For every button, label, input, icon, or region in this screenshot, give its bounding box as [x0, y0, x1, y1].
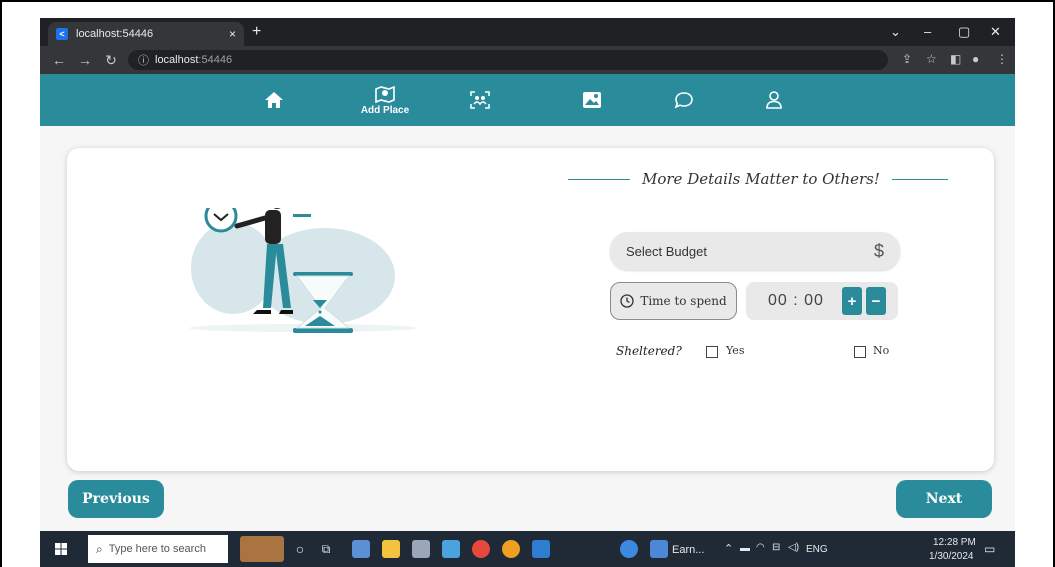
home-icon [265, 92, 283, 108]
browser-window: < localhost:54446 × + ⌄ – ▢ ✕ ← → ↻ ⓘ lo… [40, 18, 1015, 567]
maximize-button[interactable]: ▢ [958, 24, 970, 40]
gallery-icon [583, 92, 601, 108]
site-info-icon[interactable]: ⓘ [138, 52, 149, 68]
menu-kebab-icon[interactable]: ⋮ [996, 52, 1008, 66]
mail-icon[interactable] [442, 540, 460, 558]
notification-icon[interactable]: ▭ [984, 542, 995, 556]
taskbar-search-placeholder: Type here to search [108, 543, 206, 555]
sheltered-yes-label: Yes [726, 344, 745, 357]
nav-group[interactable] [460, 74, 500, 126]
share-icon[interactable]: ⇪ [902, 52, 912, 66]
volume-icon[interactable]: ◁) [788, 542, 799, 553]
profile-icon[interactable]: ● [972, 52, 979, 66]
help-icon[interactable] [620, 540, 638, 558]
app-navbar: Add Place [40, 74, 1015, 126]
network-icon[interactable]: ⊟ [772, 542, 780, 553]
sheltered-no-checkbox[interactable] [854, 346, 866, 358]
time-to-spend-button[interactable]: Time to spend [610, 282, 737, 320]
time-display: 00 : 00 + − [746, 282, 898, 320]
forward-icon[interactable]: → [78, 52, 92, 68]
nav-add-place[interactable]: Add Place [350, 74, 420, 126]
favicon-icon: < [56, 28, 68, 40]
taskbar-search-input[interactable]: ⌕ Type here to search [88, 535, 228, 563]
tray-overflow-icon[interactable]: ⌃ [724, 542, 733, 555]
budget-placeholder: Select Budget [626, 243, 707, 259]
form-heading: More Details Matter to Others! [568, 170, 968, 188]
sheltered-yes-checkbox[interactable] [706, 346, 718, 358]
taskbar-app-label[interactable]: Earn... [672, 544, 704, 556]
tab-close-icon[interactable]: × [229, 27, 236, 41]
heading-rule-right [891, 178, 948, 180]
file-explorer-icon[interactable] [382, 540, 400, 558]
heading-rule-left [568, 178, 630, 180]
sheltered-no-label: No [873, 344, 890, 357]
nav-chat[interactable] [664, 74, 704, 126]
increase-time-button[interactable]: + [842, 287, 862, 315]
user-icon [766, 91, 782, 109]
url-input[interactable]: ⓘ localhost :54446 [128, 50, 888, 70]
time-to-spend-label: Time to spend [640, 294, 727, 308]
minimize-button[interactable]: – [924, 24, 931, 39]
time-value: 00 : 00 [768, 292, 824, 309]
side-panel-icon[interactable]: ◧ [950, 52, 961, 66]
search-icon: ⌕ [96, 541, 103, 556]
dollar-icon: $ [873, 240, 884, 261]
bookmark-star-icon[interactable]: ☆ [926, 52, 937, 66]
nav-profile[interactable] [754, 74, 794, 126]
browser-tab[interactable]: < localhost:54446 × [48, 22, 244, 46]
start-button[interactable] [46, 531, 76, 567]
map-pin-icon [375, 85, 395, 103]
task-view-icon[interactable]: ⧉ [316, 531, 336, 567]
nav-add-place-label: Add Place [360, 104, 410, 116]
group-scan-icon [470, 91, 490, 109]
document-app-icon[interactable] [650, 540, 668, 558]
url-port: :54446 [198, 54, 233, 66]
decrease-time-button[interactable]: − [866, 287, 886, 315]
page-title: More Details Matter to Others! [642, 170, 880, 188]
next-button[interactable]: Next [896, 480, 992, 518]
back-icon[interactable]: ← [52, 52, 66, 68]
chrome-canary-icon[interactable] [502, 540, 520, 558]
nav-gallery[interactable] [572, 74, 612, 126]
budget-select[interactable]: Select Budget $ [610, 232, 900, 270]
person-hourglass-illustration [189, 208, 417, 333]
clock-icon [620, 294, 634, 308]
windows-taskbar: ⌕ Type here to search ○ ⧉ Earn... ⌃ ▬ ◠ … [40, 531, 1015, 567]
browser-titlebar: < localhost:54446 × + ⌄ – ▢ ✕ [40, 18, 1015, 46]
clock-time[interactable]: 12:28 PM [933, 537, 976, 548]
tab-search-icon[interactable]: ⌄ [890, 24, 901, 40]
new-tab-button[interactable]: + [252, 23, 261, 41]
app-icon-2[interactable] [412, 540, 430, 558]
address-bar: ← → ↻ ⓘ localhost :54446 ⇪ ☆ ◧ ● ⋮ [40, 46, 1015, 74]
chat-bubble-icon [674, 92, 693, 109]
previous-button[interactable]: Previous [68, 480, 164, 518]
sheltered-label: Sheltered? [616, 344, 682, 358]
cortana-icon[interactable]: ○ [290, 531, 310, 567]
vscode-icon[interactable] [532, 540, 550, 558]
nav-home[interactable] [254, 74, 294, 126]
app-icon-1[interactable] [352, 540, 370, 558]
url-host: localhost [155, 54, 199, 66]
windows-logo-icon [55, 543, 67, 555]
chrome-icon[interactable] [472, 540, 490, 558]
clock-date[interactable]: 1/30/2024 [929, 551, 974, 562]
reload-icon[interactable]: ↻ [104, 52, 118, 69]
wifi-icon[interactable]: ◠ [756, 542, 765, 553]
language-indicator[interactable]: ENG [806, 544, 828, 555]
close-window-button[interactable]: ✕ [990, 24, 1001, 40]
details-card: More Details Matter to Others! Select Bu… [67, 148, 994, 471]
battery-icon[interactable]: ▬ [740, 543, 750, 554]
tab-title: localhost:54446 [76, 28, 154, 40]
weather-widget-icon[interactable] [240, 536, 284, 562]
